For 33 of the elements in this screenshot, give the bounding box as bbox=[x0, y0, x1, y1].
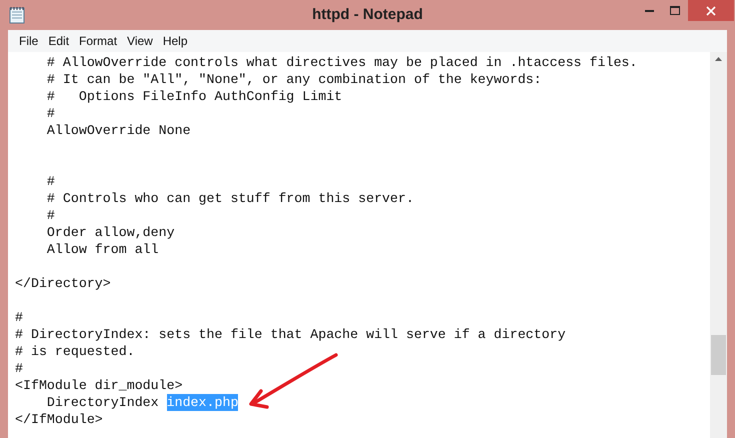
scroll-up-icon[interactable] bbox=[715, 57, 722, 61]
menu-item[interactable]: View bbox=[122, 32, 158, 50]
scrollbar[interactable] bbox=[710, 52, 727, 438]
code-line: # AllowOverride controls what directives may be placed in .htaccess files. bbox=[46, 54, 638, 71]
window-title: httpd - Notepad bbox=[312, 4, 423, 25]
menu-item[interactable]: Edit bbox=[43, 32, 74, 50]
close-button[interactable] bbox=[688, 0, 734, 21]
menu-item[interactable]: File bbox=[14, 32, 44, 50]
code-line: AllowOverride None bbox=[46, 122, 191, 139]
scroll-thumb[interactable] bbox=[711, 335, 726, 375]
code-line: # bbox=[15, 360, 23, 377]
menu-item[interactable]: Format bbox=[74, 32, 122, 50]
maximize-icon bbox=[670, 6, 680, 15]
code-line: # is requested. bbox=[15, 343, 135, 360]
code-line: Allow from all bbox=[46, 241, 159, 258]
code-line: Order allow,deny bbox=[46, 224, 175, 241]
minimize-icon bbox=[644, 10, 654, 12]
code-line: # bbox=[46, 173, 55, 190]
code-line: # bbox=[46, 207, 55, 224]
code-line: </Directory> bbox=[15, 275, 111, 292]
code-line: </IfModule> bbox=[15, 411, 103, 428]
code-line: # bbox=[15, 309, 23, 326]
code-line: # It can be "All", "None", or any combination of the keywords: bbox=[46, 71, 542, 88]
close-icon bbox=[706, 6, 716, 16]
code-line: # bbox=[46, 105, 55, 122]
code-text: DirectoryIndex bbox=[46, 394, 160, 411]
notepad-icon bbox=[9, 6, 25, 24]
code-line: # DirectoryIndex: sets the file that Apache will serve if a directory bbox=[15, 326, 566, 343]
code-line: # Controls who can get stuff from this server. bbox=[46, 190, 414, 207]
selected-text: index.php bbox=[166, 394, 238, 411]
menu-item[interactable]: Help bbox=[158, 32, 193, 50]
code-line: # Options FileInfo AuthConfig Limit bbox=[46, 88, 342, 105]
code-line: <IfModule dir_module> bbox=[15, 377, 183, 394]
